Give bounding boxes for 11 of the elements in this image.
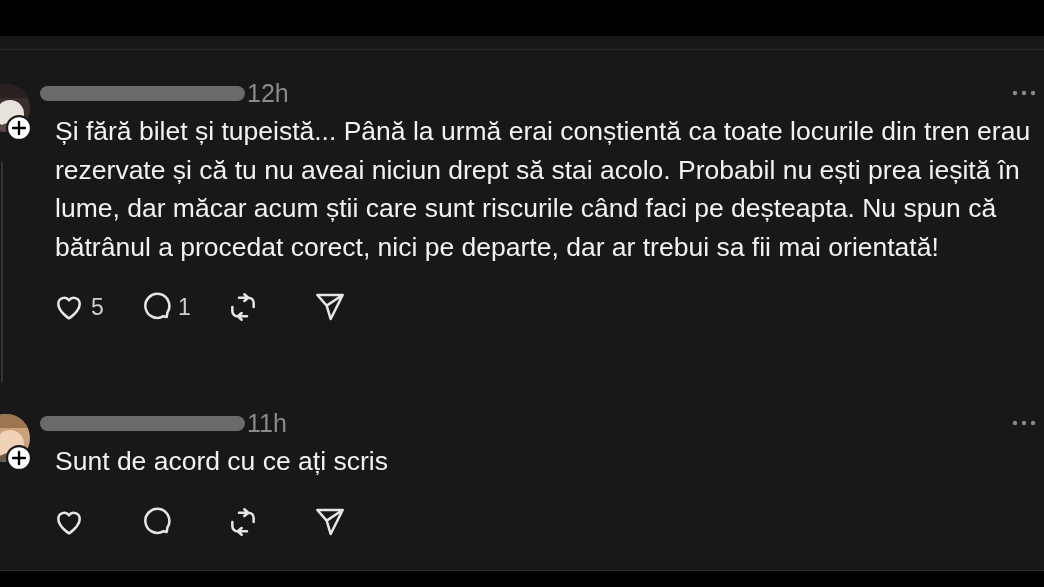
follow-plus-icon[interactable] — [6, 115, 32, 141]
paper-plane-icon — [314, 291, 346, 323]
more-options-icon[interactable] — [1012, 90, 1036, 96]
like-button[interactable]: 5 — [53, 291, 140, 323]
more-options-icon[interactable] — [1012, 420, 1036, 426]
post-text: Sunt de acord cu ce ați scris — [55, 445, 389, 478]
follow-plus-icon[interactable] — [6, 445, 32, 471]
reply-button[interactable]: 1 — [140, 291, 227, 323]
post-time: 12h — [247, 78, 289, 108]
post-time: 11h — [247, 408, 287, 438]
post-text: Și fără bilet și tupeistă... Până la urmă erai conștientă ca toate locurile din tren erau rezervate și că tu nu aveai niciun drept să stai acolo. Probabil nu ești prea ieșită în lume, dar măcar acum știi care sunt riscurile când faci pe deșteapta. Nu spun că bătrânul a procedat corect, nici pe departe, dar ar trebui sa fii mai orientată! — [55, 115, 1032, 264]
